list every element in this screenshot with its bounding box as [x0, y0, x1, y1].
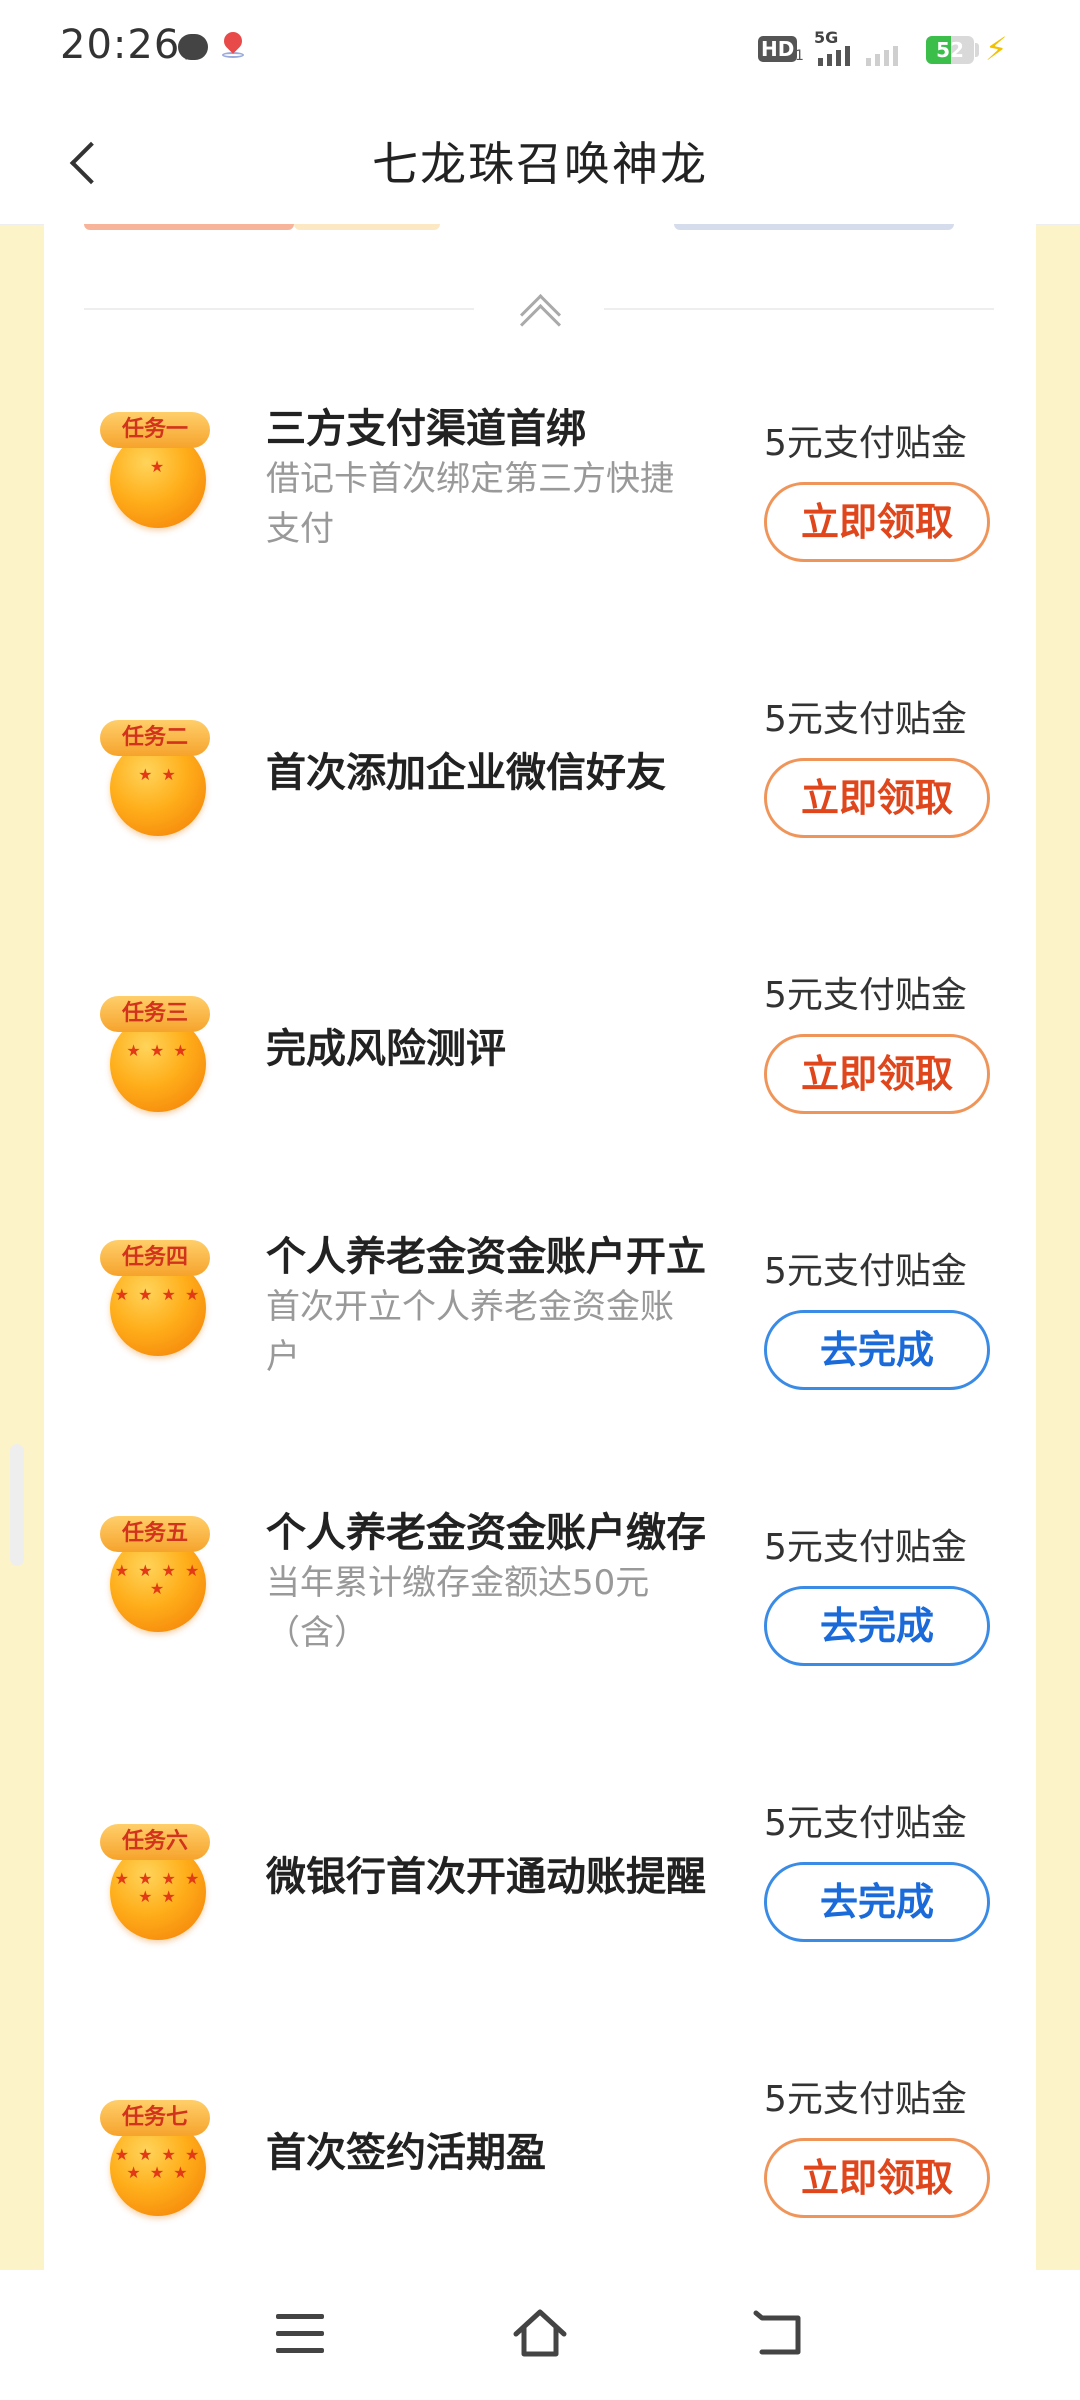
top-navbar: 七龙珠召唤神龙	[0, 100, 1080, 225]
task-row: 任务二 ★ ★ 首次添加企业微信好友 5元支付贴金 立即领取	[44, 652, 1036, 928]
task-name: 三方支付渠道首绑	[266, 406, 586, 452]
dragon-ball-stars: ★ ★	[138, 765, 178, 784]
claim-reward-button[interactable]: 立即领取	[764, 1034, 990, 1114]
top-strip-decoration	[674, 224, 954, 230]
task-reward: 5元支付贴金	[764, 975, 967, 1016]
location-icon	[220, 28, 246, 62]
task-badge: 任务四	[100, 1240, 210, 1276]
task-row: 任务四 ★ ★ ★ ★ 个人养老金资金账户开立 首次开立个人养老金资金账户 5元…	[44, 1204, 1036, 1480]
dragon-ball-stars: ★ ★ ★	[126, 1041, 190, 1060]
divider-left	[84, 308, 474, 310]
task-description: 当年累计缴存金额达50元（含）	[266, 1563, 650, 1653]
task-row: 任务六 ★ ★ ★ ★ ★ ★ 微银行首次开通动账提醒 5元支付贴金 去完成	[44, 1756, 1036, 2032]
claim-reward-button[interactable]: 立即领取	[764, 482, 990, 562]
dragon-ball-stars: ★ ★ ★ ★ ★	[114, 1561, 202, 1598]
task-badge: 任务五	[100, 1516, 210, 1552]
go-complete-button[interactable]: 去完成	[764, 1586, 990, 1666]
task-badge: 任务二	[100, 720, 210, 756]
divider-right	[604, 308, 994, 310]
task-badge: 任务七	[100, 2100, 210, 2136]
task-badge: 任务一	[100, 412, 210, 448]
network-label: 5G	[814, 28, 839, 47]
task-name: 首次签约活期盈	[266, 2130, 546, 2176]
task-name: 首次添加企业微信好友	[266, 750, 666, 796]
go-complete-button[interactable]: 去完成	[764, 1310, 990, 1390]
dragon-ball-stars: ★	[149, 457, 167, 476]
task-row: 任务三 ★ ★ ★ 完成风险测评 5元支付贴金 立即领取	[44, 928, 1036, 1204]
task-reward: 5元支付贴金	[764, 699, 967, 740]
task-reward: 5元支付贴金	[764, 1803, 967, 1844]
task-row: 任务七 ★ ★ ★ ★ ★ ★ ★ 首次签约活期盈 5元支付贴金 立即领取	[44, 2032, 1036, 2308]
message-icon	[178, 34, 208, 60]
signal-icon-secondary	[866, 46, 898, 66]
battery-level: 52	[936, 38, 964, 62]
edge-drag-handle[interactable]	[10, 1444, 24, 1566]
hd-label: HD	[758, 36, 798, 62]
system-nav-bar	[0, 2270, 1080, 2400]
task-reward: 5元支付贴金	[764, 2079, 967, 2120]
claim-reward-button[interactable]: 立即领取	[764, 2138, 990, 2218]
dragon-ball-stars: ★ ★ ★ ★ ★ ★ ★	[114, 2145, 202, 2182]
charging-icon: ⚡	[985, 30, 1008, 68]
task-badge: 任务六	[100, 1824, 210, 1860]
back-icon[interactable]	[752, 2310, 808, 2360]
dragon-ball-stars: ★ ★ ★ ★ ★ ★	[114, 1869, 202, 1906]
task-row: 任务五 ★ ★ ★ ★ ★ 个人养老金资金账户缴存 当年累计缴存金额达50元（含…	[44, 1480, 1036, 1756]
page-title: 七龙珠召唤神龙	[372, 137, 708, 191]
task-name: 微银行首次开通动账提醒	[266, 1854, 706, 1900]
claim-reward-button[interactable]: 立即领取	[764, 758, 990, 838]
battery-tip	[975, 43, 979, 57]
home-icon[interactable]	[510, 2306, 570, 2362]
task-description: 首次开立个人养老金资金账户	[266, 1287, 674, 1377]
task-reward: 5元支付贴金	[764, 423, 967, 464]
task-row: 任务一 ★ 三方支付渠道首绑 借记卡首次绑定第三方快捷支付 5元支付贴金 立即领…	[44, 376, 1036, 652]
status-bar: 20:26 HD 1 5G 52 ⚡	[0, 0, 1080, 100]
menu-icon[interactable]	[276, 2314, 324, 2354]
top-strip-decoration	[84, 224, 294, 230]
task-reward: 5元支付贴金	[764, 1251, 967, 1292]
top-strip-decoration	[294, 224, 440, 230]
signal-icon	[818, 46, 850, 66]
battery-icon: 52	[926, 36, 974, 64]
task-card: 任务一 ★ 三方支付渠道首绑 借记卡首次绑定第三方快捷支付 5元支付贴金 立即领…	[44, 224, 1036, 2270]
task-name: 完成风险测评	[266, 1026, 506, 1072]
task-name: 个人养老金资金账户开立	[266, 1234, 706, 1280]
go-complete-button[interactable]: 去完成	[764, 1862, 990, 1942]
task-description: 借记卡首次绑定第三方快捷支付	[266, 459, 674, 549]
collapse-chevron-up-icon[interactable]	[518, 286, 562, 346]
task-badge: 任务三	[100, 996, 210, 1032]
task-name: 个人养老金资金账户缴存	[266, 1510, 706, 1556]
status-time: 20:26	[60, 22, 181, 68]
hd-sub-label: 1	[795, 48, 804, 64]
dragon-ball-stars: ★ ★ ★ ★	[114, 1285, 202, 1304]
task-reward: 5元支付贴金	[764, 1527, 967, 1568]
